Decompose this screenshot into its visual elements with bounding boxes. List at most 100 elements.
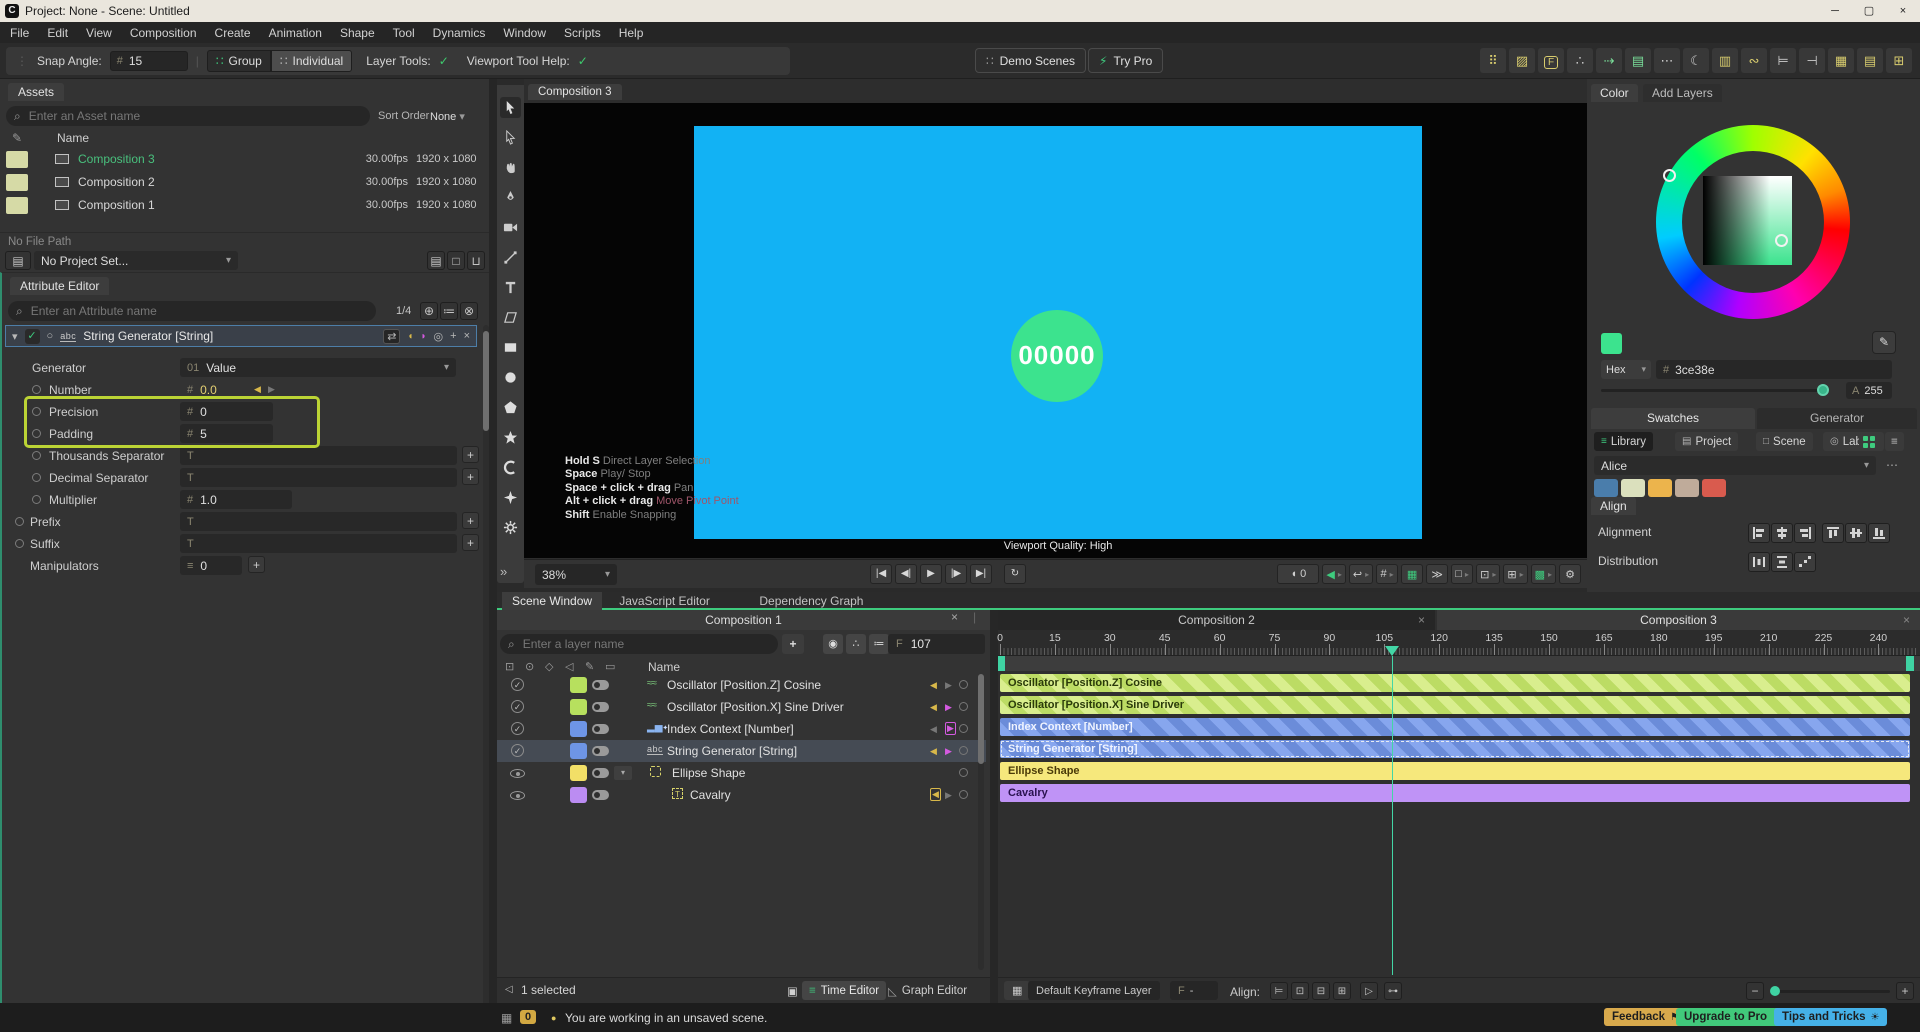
pan-tool-icon[interactable] xyxy=(500,157,521,178)
keyframe-right-icon[interactable]: ▶ xyxy=(945,702,952,713)
hex-value-input[interactable]: #3ce38e xyxy=(1656,360,1892,379)
try-pro-button[interactable]: ⚡ Try Pro xyxy=(1088,48,1164,73)
layer-row[interactable]: ✓ abc String Generator [String] ◀ ▶ xyxy=(497,740,986,762)
transform-tool-icon[interactable] xyxy=(500,307,521,328)
keyframe-next-icon[interactable]: ▶ xyxy=(268,384,275,395)
pivot-circle-icon[interactable] xyxy=(959,746,968,755)
menu-view[interactable]: View xyxy=(86,26,112,40)
swatches-subtab[interactable]: Swatches xyxy=(1591,408,1755,429)
text-input[interactable]: T xyxy=(180,468,457,487)
arc-tool-icon[interactable] xyxy=(500,457,521,478)
next-frame-button[interactable]: |▶ xyxy=(945,564,967,584)
menu-scripts[interactable]: Scripts xyxy=(564,26,601,40)
go-to-start-button[interactable]: |◀ xyxy=(870,564,892,584)
distribute-h-button[interactable] xyxy=(1748,552,1770,572)
align-left-icon[interactable]: ⊨ xyxy=(1770,48,1796,73)
manipulators-field[interactable]: ≡ 0 xyxy=(180,556,242,575)
pixel-grid-icon[interactable]: # ▸ xyxy=(1376,564,1399,584)
rows-icon[interactable]: ▤ xyxy=(1857,48,1883,73)
layer-toggle-icon[interactable] xyxy=(592,746,609,756)
asset-row[interactable]: Composition 2 30.00fps 1920 x 1080 xyxy=(0,172,489,194)
menu-shape[interactable]: Shape xyxy=(340,26,375,40)
source-project[interactable]: ▤ Project xyxy=(1675,432,1739,451)
generator-subtab[interactable]: Generator xyxy=(1757,408,1917,429)
align-left-button[interactable] xyxy=(1748,523,1770,543)
asset-search[interactable]: ⌕ xyxy=(6,106,370,126)
add-manipulator-button[interactable]: + xyxy=(248,556,265,573)
ruler-card-icon[interactable]: ▥ xyxy=(1712,48,1738,73)
ellipse-shape[interactable]: 00000 xyxy=(1011,310,1103,402)
rectangle-tool-icon[interactable] xyxy=(500,337,521,358)
composition-background[interactable]: 00000 xyxy=(694,126,1422,539)
add-layer-button[interactable]: + xyxy=(782,634,804,654)
close-icon[interactable]: × xyxy=(1886,0,1920,22)
direct-select-tool-icon[interactable] xyxy=(500,127,521,148)
timeline-option-icon[interactable]: ⊶ xyxy=(1384,982,1402,1000)
monitor-icon[interactable]: □ xyxy=(447,251,465,270)
playhead-handle[interactable] xyxy=(1385,646,1399,656)
star4-tool-icon[interactable] xyxy=(500,487,521,508)
assets-tab[interactable]: Assets xyxy=(8,83,65,101)
settings-filter-icon[interactable]: ≔ xyxy=(869,634,889,654)
expander-chevron-icon[interactable]: ▾ xyxy=(614,766,632,780)
text-input[interactable]: T xyxy=(180,446,457,465)
keyframe-layer-dropdown[interactable]: Default Keyframe Layer xyxy=(1028,981,1160,1000)
menu-help[interactable]: Help xyxy=(619,26,644,40)
menu-window[interactable]: Window xyxy=(503,26,546,40)
tab-dependency-graph[interactable]: Dependency Graph xyxy=(749,592,873,610)
timeline-tab-comp2[interactable]: Composition 2 × xyxy=(998,610,1435,630)
pivot-circle-icon[interactable] xyxy=(959,724,968,733)
trash-icon[interactable]: ⊔ xyxy=(467,251,485,270)
layer-toggle-icon[interactable] xyxy=(592,724,609,734)
onion-skin-toggle[interactable]: ◖ 0 xyxy=(1277,564,1320,584)
opacity-filter-icon[interactable]: ◉ xyxy=(823,634,843,654)
expression-icon[interactable]: ⇄ xyxy=(383,328,401,344)
zoom-in-icon[interactable]: + xyxy=(1896,982,1914,1000)
pivot-circle-icon[interactable] xyxy=(959,680,968,689)
pivot-circle-icon[interactable] xyxy=(959,768,968,777)
align-option-icon[interactable]: ⊡ xyxy=(1291,982,1309,1000)
layout-icon[interactable]: ▦ xyxy=(1401,564,1424,584)
alpha-slider-knob[interactable] xyxy=(1817,384,1829,396)
number-input[interactable]: #0 xyxy=(180,402,273,421)
layer-toggle-icon[interactable] xyxy=(592,768,609,778)
scatter-icon[interactable]: ∴ xyxy=(1567,48,1593,73)
select-tool-icon[interactable] xyxy=(500,97,521,118)
asset-color-swatch[interactable] xyxy=(6,151,28,168)
warning-count-badge[interactable]: 0 xyxy=(520,1010,537,1024)
close-icon[interactable]: × xyxy=(464,330,470,342)
line-tool-icon[interactable] xyxy=(500,247,521,268)
align-right-icon[interactable]: ⊣ xyxy=(1799,48,1825,73)
project-set-dropdown[interactable]: No Project Set... ▾ xyxy=(34,251,238,270)
keyframe-left-icon[interactable]: ◀ xyxy=(930,724,937,735)
grid-view-icon[interactable] xyxy=(1859,432,1879,451)
menu-edit[interactable]: Edit xyxy=(47,26,68,40)
layer-toggle-icon[interactable] xyxy=(592,790,609,800)
close-icon[interactable]: × xyxy=(1418,610,1425,630)
panel-splitter[interactable] xyxy=(990,610,998,1003)
zoom-out-icon[interactable]: − xyxy=(1746,982,1764,1000)
timeline-zoom-knob[interactable] xyxy=(1770,986,1780,996)
keyframe-circle-icon[interactable] xyxy=(32,495,41,504)
maximize-icon[interactable]: ▢ xyxy=(1852,0,1886,22)
keyframe-circle-icon[interactable] xyxy=(32,385,41,394)
bounds-icon[interactable]: □ ▸ xyxy=(1451,564,1474,584)
picker-icon[interactable]: ✎ xyxy=(585,660,594,673)
align-center-h-button[interactable] xyxy=(1771,523,1793,543)
string-generator-header[interactable]: ▾ ✓ ○ abc String Generator [String] ⇄ ◖ … xyxy=(5,325,477,347)
keyframe-circle-icon[interactable] xyxy=(15,539,24,548)
attribute-search[interactable]: ⌕ xyxy=(8,301,376,321)
asset-row[interactable]: Composition 1 30.00fps 1920 x 1080 xyxy=(0,195,489,217)
add-keyframe-button[interactable]: + xyxy=(462,446,479,463)
layer-search[interactable]: ⌕ xyxy=(500,634,778,654)
close-icon[interactable]: × xyxy=(951,610,958,624)
timeline-bar[interactable]: Oscillator [Position.Z] Cosine xyxy=(1000,674,1910,692)
align-bars-icon[interactable]: ▤ xyxy=(1625,48,1651,73)
panel-divider[interactable] xyxy=(489,79,497,1003)
hook-icon[interactable]: ↩ ▸ xyxy=(1348,564,1374,584)
keyframe-layer-icon[interactable]: ▦ xyxy=(1004,981,1031,1000)
viewport-tool-help-check-icon[interactable]: ✓ xyxy=(578,54,588,68)
camera-tool-icon[interactable] xyxy=(500,217,521,238)
generator-dropdown[interactable]: 01 Value ▾ xyxy=(180,358,456,377)
attribute-editor-tab[interactable]: Attribute Editor xyxy=(10,277,110,295)
